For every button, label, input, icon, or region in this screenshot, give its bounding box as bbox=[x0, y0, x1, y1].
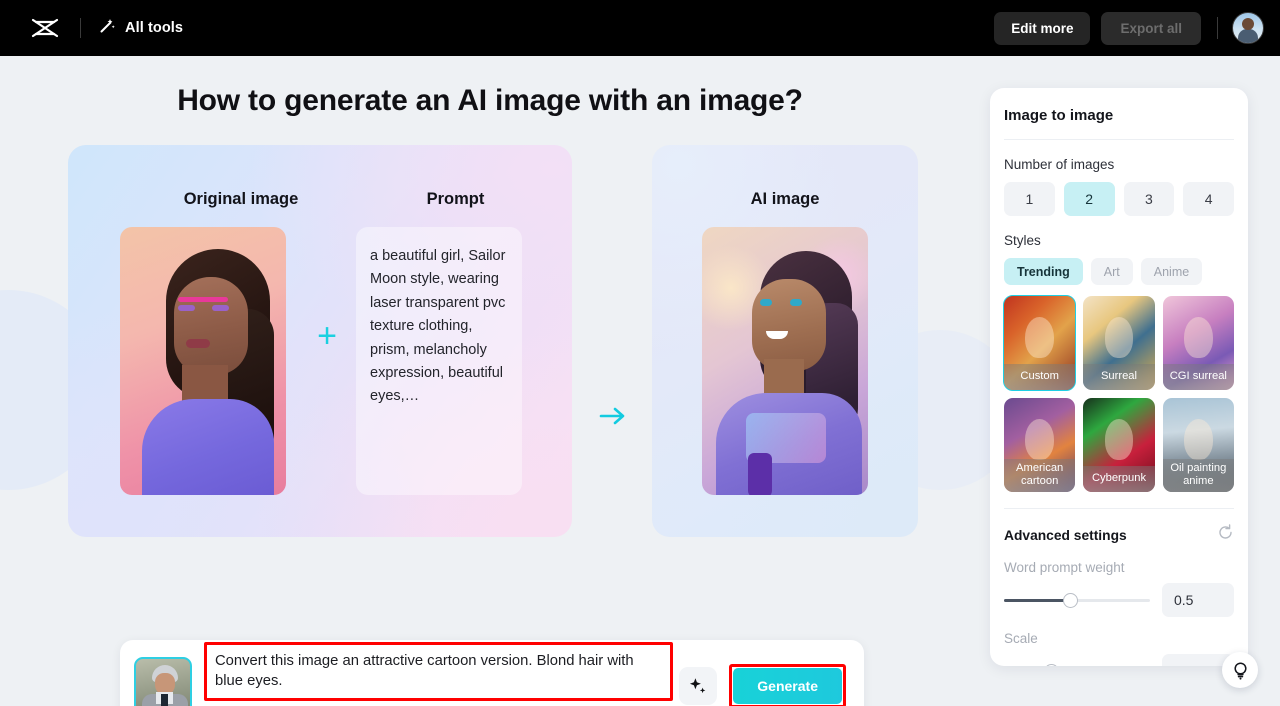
style-card-label: Oil painting anime bbox=[1162, 459, 1234, 492]
style-tab-anime[interactable]: Anime bbox=[1140, 258, 1203, 285]
original-image-thumbnail bbox=[120, 227, 286, 495]
generate-button[interactable]: Generate bbox=[733, 668, 842, 704]
source-image-thumbnail[interactable] bbox=[134, 657, 192, 706]
reset-icon[interactable] bbox=[1217, 524, 1234, 546]
prompt-input-group: Convert this image an attractive cartoon… bbox=[204, 642, 674, 706]
main-content: How to generate an AI image with an imag… bbox=[0, 56, 980, 706]
arrow-right-icon bbox=[598, 404, 628, 428]
ai-image-card: AI image bbox=[652, 145, 918, 537]
style-tab-trending[interactable]: Trending bbox=[1004, 258, 1083, 285]
advanced-settings-label: Advanced settings bbox=[1004, 527, 1127, 543]
number-option-3[interactable]: 3 bbox=[1123, 182, 1175, 216]
slider-handle[interactable] bbox=[1043, 663, 1059, 666]
example-prompt-box: a beautiful girl, Sailor Moon style, wea… bbox=[356, 227, 522, 495]
capcut-logo-icon[interactable] bbox=[28, 11, 62, 45]
word-prompt-weight-label: Word prompt weight bbox=[1004, 560, 1125, 575]
prompt-heading: Prompt bbox=[426, 190, 485, 208]
style-card-american-cartoon[interactable]: American cartoon bbox=[1004, 398, 1076, 492]
example-prompt-text: a beautiful girl, Sailor Moon style, wea… bbox=[370, 248, 506, 405]
navbar-divider-2 bbox=[1217, 17, 1218, 39]
scale-row: 7.5 bbox=[1004, 654, 1234, 666]
plus-icon: + bbox=[317, 317, 337, 355]
style-card-custom[interactable]: Custom bbox=[1002, 295, 1077, 391]
number-option-2[interactable]: 2 bbox=[1063, 182, 1115, 216]
sparkle-icon[interactable] bbox=[679, 667, 718, 705]
advanced-settings-header: Advanced settings bbox=[1004, 524, 1234, 546]
word-prompt-weight-row: 0.5 bbox=[1004, 583, 1234, 617]
number-option-1[interactable]: 1 bbox=[1004, 182, 1055, 216]
magic-wand-icon bbox=[99, 17, 116, 39]
avatar[interactable] bbox=[1232, 12, 1264, 44]
top-navbar: All tools Edit more Export all bbox=[0, 0, 1280, 56]
style-card-surreal[interactable]: Surreal bbox=[1083, 296, 1155, 390]
prompt-input-highlight[interactable]: Convert this image an attractive cartoon… bbox=[204, 642, 674, 701]
style-tab-art[interactable]: Art bbox=[1090, 258, 1133, 285]
export-all-button[interactable]: Export all bbox=[1101, 11, 1201, 45]
navbar-divider bbox=[80, 18, 81, 38]
number-of-images-label: Number of images bbox=[1004, 157, 1115, 172]
number-of-images-options: 1 2 3 4 bbox=[1004, 182, 1234, 216]
style-card-oil-painting-anime[interactable]: Oil painting anime bbox=[1162, 398, 1234, 492]
demo-cards-row: Original image Prompt + a beautiful girl… bbox=[0, 145, 980, 537]
original-and-prompt-card: Original image Prompt + a beautiful girl… bbox=[68, 145, 572, 537]
prompt-input-bar: Convert this image an attractive cartoon… bbox=[120, 640, 864, 706]
page-title: How to generate an AI image with an imag… bbox=[177, 84, 803, 117]
all-tools-label: All tools bbox=[125, 20, 184, 36]
ai-image-thumbnail bbox=[702, 227, 868, 495]
edit-more-button[interactable]: Edit more bbox=[994, 11, 1091, 45]
styles-label: Styles bbox=[1004, 233, 1041, 248]
image-to-image-panel: Image to image Number of images 1 2 3 4 … bbox=[990, 88, 1248, 666]
scale-label: Scale bbox=[1004, 631, 1038, 646]
word-prompt-weight-value[interactable]: 0.5 bbox=[1162, 583, 1234, 617]
number-option-4[interactable]: 4 bbox=[1183, 182, 1234, 216]
ai-image-heading: AI image bbox=[750, 190, 820, 208]
style-card-cgi-surreal[interactable]: CGI surreal bbox=[1162, 296, 1234, 390]
style-card-label: Cyberpunk bbox=[1083, 466, 1155, 492]
original-image-heading: Original image bbox=[183, 190, 299, 208]
word-prompt-weight-slider[interactable] bbox=[1004, 592, 1150, 608]
all-tools-button[interactable]: All tools bbox=[99, 17, 183, 39]
panel-divider bbox=[1004, 508, 1234, 509]
style-grid: Custom Surreal CGI surreal American cart… bbox=[1002, 295, 1234, 492]
style-card-label: American cartoon bbox=[1004, 459, 1076, 492]
generate-button-highlight: Generate bbox=[729, 664, 846, 706]
panel-title: Image to image bbox=[1004, 88, 1234, 140]
style-tabs: Trending Art Anime bbox=[1004, 258, 1234, 285]
slider-handle[interactable] bbox=[1062, 592, 1078, 608]
style-card-cyberpunk[interactable]: Cyberpunk bbox=[1083, 398, 1155, 492]
prompt-input-value[interactable]: Convert this image an attractive cartoon… bbox=[215, 651, 662, 691]
lightbulb-icon[interactable] bbox=[1222, 652, 1258, 688]
style-card-label: CGI surreal bbox=[1162, 364, 1234, 390]
style-card-label: Surreal bbox=[1083, 364, 1155, 390]
style-card-label: Custom bbox=[1004, 364, 1076, 390]
